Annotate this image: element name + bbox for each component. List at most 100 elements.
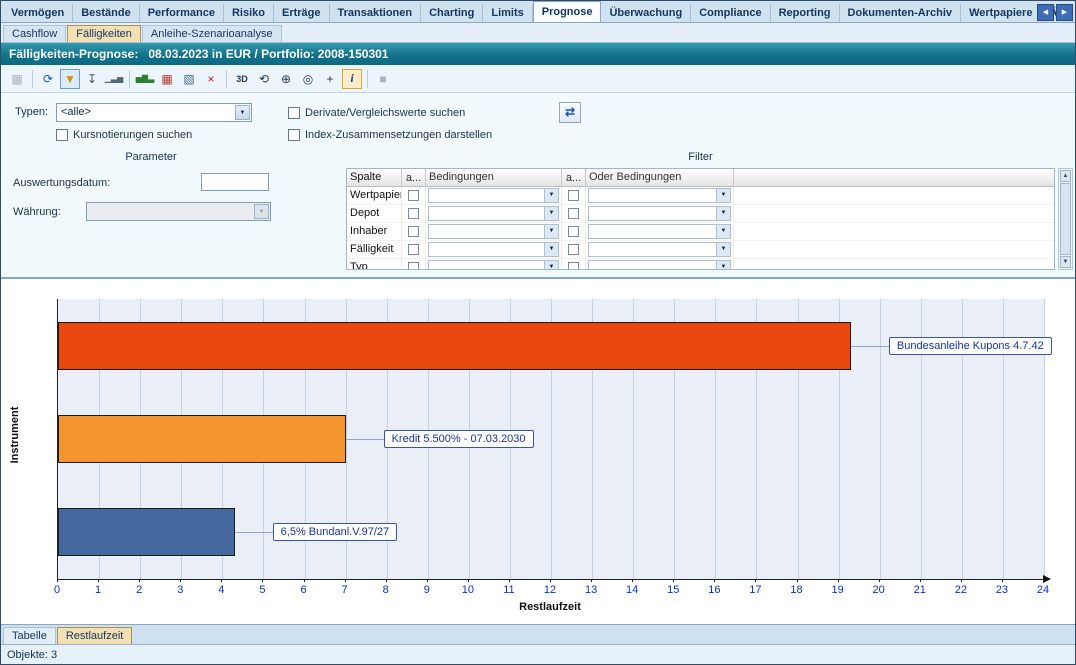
checkbox-icon[interactable] xyxy=(568,208,579,219)
toolbar-separator xyxy=(129,70,130,88)
checkbox-icon[interactable] xyxy=(408,244,419,255)
chevron-down-icon[interactable]: ▼ xyxy=(544,243,558,256)
bar-6-5-bundanl-v-97-27[interactable] xyxy=(58,508,235,556)
subtab-faelligkeiten[interactable]: Fälligkeiten xyxy=(67,25,141,42)
bedingungen-dropdown[interactable]: ▼ xyxy=(428,224,559,239)
tab-scroll-left-button[interactable]: ◀ xyxy=(1037,4,1054,21)
index-checkbox[interactable]: Index-Zusammensetzungen darstellen xyxy=(288,129,492,141)
multi-bar-chart-icon[interactable]: ▅▇▃ xyxy=(135,69,155,89)
oder-bedingungen-dropdown[interactable]: ▼ xyxy=(588,188,731,203)
chevron-down-icon[interactable]: ▼ xyxy=(716,243,730,256)
chart-filter-icon[interactable]: ▼ xyxy=(60,69,80,89)
tab-ertraege[interactable]: Erträge xyxy=(274,4,330,22)
auswertungsdatum-input[interactable] xyxy=(201,173,269,191)
x-tick-label: 14 xyxy=(626,584,638,596)
chevron-down-icon[interactable]: ▼ xyxy=(716,261,730,270)
chevron-down-icon[interactable]: ▼ xyxy=(544,225,558,238)
bottom-tab-restlaufzeit[interactable]: Restlaufzeit xyxy=(57,627,132,644)
checkbox-icon[interactable] xyxy=(568,226,579,237)
3d-icon[interactable]: 3D xyxy=(232,69,252,89)
search-refresh-button[interactable]: ⇄ xyxy=(559,102,581,123)
tab-charting[interactable]: Charting xyxy=(421,4,483,22)
chevron-down-icon[interactable]: ▼ xyxy=(716,207,730,220)
search-controls: Typen: <alle> ▼ Kursnotierungen suchen D… xyxy=(1,93,1075,146)
x-tick-label: 4 xyxy=(218,584,224,596)
checkbox-icon[interactable] xyxy=(408,208,419,219)
plot-area: Bundesanleihe Kupons 4.7.42Kredit 5.500%… xyxy=(57,299,1044,580)
oder-bedingungen-dropdown[interactable]: ▼ xyxy=(588,206,731,221)
bottom-tab-tabelle[interactable]: Tabelle xyxy=(3,627,56,644)
tab-risiko[interactable]: Risiko xyxy=(224,4,274,22)
info-icon[interactable]: i xyxy=(342,69,362,89)
checkbox-icon[interactable] xyxy=(408,262,419,270)
tab-performance[interactable]: Performance xyxy=(140,4,224,22)
typen-dropdown[interactable]: <alle> ▼ xyxy=(56,103,252,122)
checkbox-icon[interactable] xyxy=(288,107,300,119)
chevron-down-icon[interactable]: ▼ xyxy=(235,105,250,120)
filter-table: Spaltea...Bedingungena...Oder Bedingunge… xyxy=(346,168,1055,270)
chart-remove-icon[interactable]: ▦ xyxy=(157,69,177,89)
tab-scroll-right-button[interactable]: ▶ xyxy=(1056,4,1073,21)
add-icon[interactable]: + xyxy=(320,69,340,89)
checkbox-icon[interactable] xyxy=(288,129,300,141)
callout-leader xyxy=(851,346,889,347)
chevron-down-icon[interactable]: ▼ xyxy=(716,189,730,202)
checkbox-icon[interactable] xyxy=(568,244,579,255)
subtab-cashflow[interactable]: Cashflow xyxy=(3,25,66,42)
oder-bedingungen-dropdown[interactable]: ▼ xyxy=(588,224,731,239)
tab-vermoegen[interactable]: Vermögen xyxy=(3,4,73,22)
chevron-down-icon[interactable]: ▼ xyxy=(544,189,558,202)
bar-bundesanleihe-kupons-4-7-42[interactable] xyxy=(58,322,851,370)
bedingungen-dropdown[interactable]: ▼ xyxy=(428,206,559,221)
zoom-icon[interactable]: ◎ xyxy=(298,69,318,89)
tab-prognose[interactable]: Prognose xyxy=(533,1,602,23)
derivate-checkbox[interactable]: Derivate/Vergleichswerte suchen xyxy=(288,107,465,119)
app-window: VermögenBeständePerformanceRisikoErträge… xyxy=(0,0,1076,665)
x-axis-arrow-icon xyxy=(1043,575,1051,583)
tab-dokumenten-archiv[interactable]: Dokumenten-Archiv xyxy=(840,4,962,22)
checkbox-icon[interactable] xyxy=(408,226,419,237)
oder-bedingungen-dropdown[interactable]: ▼ xyxy=(588,242,731,257)
bedingungen-dropdown[interactable]: ▼ xyxy=(428,260,559,270)
bedingungen-dropdown[interactable]: ▼ xyxy=(428,242,559,257)
chart-grid-icon[interactable]: ▧ xyxy=(179,69,199,89)
kursnotierungen-label: Kursnotierungen suchen xyxy=(73,129,192,141)
chevron-down-icon[interactable]: ▼ xyxy=(544,207,558,220)
waehrung-dropdown: ▼ xyxy=(86,202,271,221)
x-tick-label: 22 xyxy=(955,584,967,596)
x-tick-label: 23 xyxy=(996,584,1008,596)
tab-limits[interactable]: Limits xyxy=(483,4,532,22)
checkbox-icon[interactable] xyxy=(568,262,579,270)
tab-transaktionen[interactable]: Transaktionen xyxy=(330,4,422,22)
chevron-down-icon[interactable]: ▼ xyxy=(716,225,730,238)
tab-compliance[interactable]: Compliance xyxy=(691,4,770,22)
chart-down-icon[interactable]: ↧ xyxy=(82,69,102,89)
bedingungen-dropdown[interactable]: ▼ xyxy=(428,188,559,203)
axes-icon[interactable]: ⊕ xyxy=(276,69,296,89)
scroll-up-icon[interactable]: ▲ xyxy=(1060,170,1071,182)
tab-wertpapiere[interactable]: Wertpapiere xyxy=(961,4,1041,22)
tab-reporting[interactable]: Reporting xyxy=(771,4,840,22)
bar-kredit-5-500-07-03-2030[interactable] xyxy=(58,415,346,463)
checkbox-icon[interactable] xyxy=(568,190,579,201)
tab-bestaende[interactable]: Bestände xyxy=(73,4,140,22)
oder-bedingungen-dropdown[interactable]: ▼ xyxy=(588,260,731,270)
spalte-cell: Fälligkeit xyxy=(347,241,402,258)
oder-checkbox-cell xyxy=(562,241,586,258)
refresh-icon[interactable]: ⟳ xyxy=(38,69,58,89)
checkbox-icon[interactable] xyxy=(408,190,419,201)
kursnotierungen-checkbox[interactable]: Kursnotierungen suchen xyxy=(56,129,192,141)
scroll-down-icon[interactable]: ▼ xyxy=(1060,256,1071,268)
subtab-anleihe-szenarioanalyse[interactable]: Anleihe-Szenarioanalyse xyxy=(142,25,282,42)
scrollbar-thumb[interactable] xyxy=(1060,183,1071,255)
filter-table-scrollbar[interactable]: ▲ ▼ xyxy=(1058,168,1073,270)
histogram-icon[interactable]: ▁▃▅ xyxy=(104,69,124,89)
chevron-down-icon[interactable]: ▼ xyxy=(544,261,558,270)
tab-ueberwachung[interactable]: Überwachung xyxy=(601,4,691,22)
delete-icon[interactable]: × xyxy=(201,69,221,89)
checkbox-icon[interactable] xyxy=(56,129,68,141)
spalte-cell: Typ xyxy=(347,259,402,270)
chart-toolbar: ▦⟳▼↧▁▃▅▅▇▃▦▧×3D⟲⊕◎+i■ xyxy=(1,65,1075,93)
rotate-icon[interactable]: ⟲ xyxy=(254,69,274,89)
status-text: Objekte: 3 xyxy=(7,649,57,661)
